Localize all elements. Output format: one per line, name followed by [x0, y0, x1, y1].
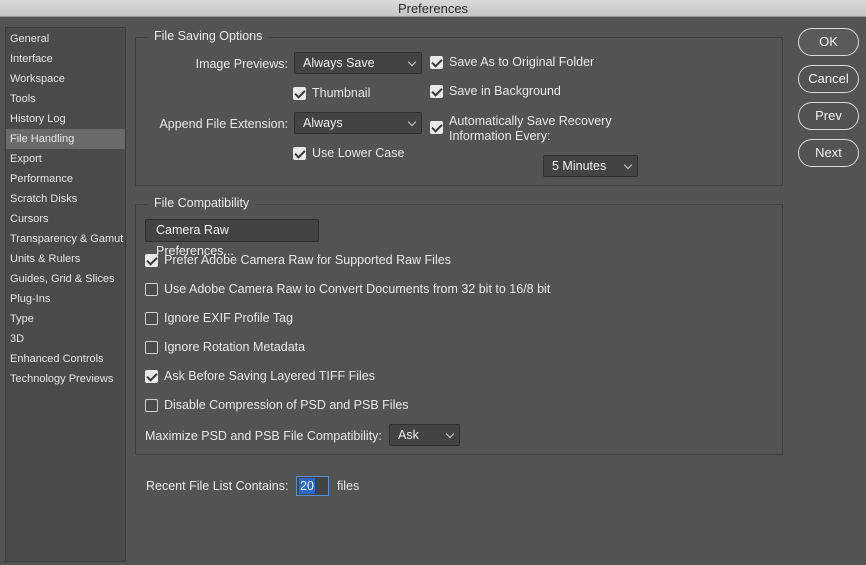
- sidebar-item-workspace[interactable]: Workspace: [6, 69, 125, 89]
- auto-save-interval-select[interactable]: 5 Minutes: [543, 155, 638, 177]
- file-compatibility-title: File Compatibility: [148, 196, 256, 210]
- ignore-rotation-checkbox[interactable]: Ignore Rotation Metadata: [145, 340, 305, 354]
- save-original-folder-label: Save As to Original Folder: [449, 55, 595, 69]
- sidebar-item-enhanced-controls[interactable]: Enhanced Controls: [6, 349, 125, 369]
- append-extension-label: Append File Extension:: [159, 117, 288, 131]
- file-saving-options-title: File Saving Options: [148, 29, 269, 43]
- sidebar-item-3d[interactable]: 3D: [6, 329, 125, 349]
- window-title: Preferences: [0, 0, 866, 17]
- ask-layered-tiff-checkbox[interactable]: Ask Before Saving Layered TIFF Files: [145, 369, 375, 383]
- chevron-down-icon: [445, 429, 455, 439]
- sidebar-item-file-handling[interactable]: File Handling: [6, 129, 125, 149]
- recent-files-input[interactable]: 20: [296, 476, 329, 496]
- checkbox-checked-icon: [293, 146, 306, 160]
- chevron-down-icon: [407, 57, 417, 67]
- sidebar-item-technology-previews[interactable]: Technology Previews: [6, 369, 125, 389]
- disable-compression-label: Disable Compression of PSD and PSB Files: [164, 398, 409, 412]
- ok-button[interactable]: OK: [798, 28, 859, 56]
- next-button[interactable]: Next: [798, 139, 859, 167]
- sidebar-item-tools[interactable]: Tools: [6, 89, 125, 109]
- camera-raw-32bit-label: Use Adobe Camera Raw to Convert Document…: [164, 282, 551, 296]
- sidebar-item-history-log[interactable]: History Log: [6, 109, 125, 129]
- checkbox-checked-icon: [430, 55, 443, 69]
- maximize-compatibility-value: Ask: [398, 428, 419, 442]
- checkbox-checked-icon: [430, 121, 443, 134]
- prefer-camera-raw-label: Prefer Adobe Camera Raw for Supported Ra…: [164, 253, 451, 267]
- save-original-folder-checkbox[interactable]: Save As to Original Folder: [430, 55, 594, 69]
- sidebar-item-transparency-gamut[interactable]: Transparency & Gamut: [6, 229, 125, 249]
- save-background-checkbox[interactable]: Save in Background: [430, 84, 561, 98]
- chevron-down-icon: [623, 160, 633, 170]
- camera-raw-preferences-button[interactable]: Camera Raw Preferences...: [145, 219, 319, 258]
- lower-case-label: Use Lower Case: [312, 146, 405, 160]
- cancel-button[interactable]: Cancel: [798, 65, 859, 93]
- checkbox-unchecked-icon: [145, 398, 158, 412]
- ignore-exif-label: Ignore EXIF Profile Tag: [164, 311, 294, 325]
- thumbnail-checkbox[interactable]: Thumbnail: [293, 86, 370, 100]
- image-previews-label: Image Previews:: [195, 57, 288, 71]
- thumbnail-label: Thumbnail: [312, 86, 371, 100]
- lower-case-checkbox[interactable]: Use Lower Case: [293, 146, 404, 160]
- sidebar-item-units-rulers[interactable]: Units & Rulers: [6, 249, 125, 269]
- append-extension-select[interactable]: Always: [294, 112, 422, 134]
- checkbox-unchecked-icon: [145, 311, 158, 325]
- ignore-exif-checkbox[interactable]: Ignore EXIF Profile Tag: [145, 311, 293, 325]
- checkbox-checked-icon: [430, 84, 443, 98]
- chevron-down-icon: [407, 117, 417, 127]
- sidebar: General Interface Workspace Tools Histor…: [5, 27, 126, 562]
- auto-save-checkbox[interactable]: Automatically Save Recovery Information …: [430, 114, 612, 144]
- checkbox-checked-icon: [145, 253, 158, 267]
- checkbox-checked-icon: [293, 86, 306, 100]
- sidebar-item-guides-grid-slices[interactable]: Guides, Grid & Slices: [6, 269, 125, 289]
- camera-raw-32bit-checkbox[interactable]: Use Adobe Camera Raw to Convert Document…: [145, 282, 550, 296]
- sidebar-item-scratch-disks[interactable]: Scratch Disks: [6, 189, 125, 209]
- sidebar-item-type[interactable]: Type: [6, 309, 125, 329]
- disable-compression-checkbox[interactable]: Disable Compression of PSD and PSB Files: [145, 398, 409, 412]
- maximize-compatibility-label: Maximize PSD and PSB File Compatibility:: [145, 429, 382, 443]
- maximize-compatibility-select[interactable]: Ask: [389, 424, 460, 446]
- sidebar-item-export[interactable]: Export: [6, 149, 125, 169]
- save-background-label: Save in Background: [449, 84, 561, 98]
- recent-files-label: Recent File List Contains:: [146, 479, 289, 493]
- checkbox-unchecked-icon: [145, 340, 158, 354]
- ignore-rotation-label: Ignore Rotation Metadata: [164, 340, 306, 354]
- prev-button[interactable]: Prev: [798, 102, 859, 130]
- checkbox-checked-icon: [145, 369, 158, 383]
- sidebar-item-plug-ins[interactable]: Plug-Ins: [6, 289, 125, 309]
- auto-save-label-line2: Information Every:: [449, 129, 551, 143]
- auto-save-interval-value: 5 Minutes: [552, 159, 607, 173]
- image-previews-value: Always Save: [303, 56, 375, 70]
- checkbox-unchecked-icon: [145, 282, 158, 296]
- append-extension-value: Always: [303, 116, 343, 130]
- auto-save-label-line1: Automatically Save Recovery: [449, 114, 612, 128]
- sidebar-item-interface[interactable]: Interface: [6, 49, 125, 69]
- image-previews-select[interactable]: Always Save: [294, 52, 422, 74]
- ask-layered-tiff-label: Ask Before Saving Layered TIFF Files: [164, 369, 375, 383]
- recent-files-suffix: files: [337, 479, 360, 493]
- sidebar-item-general[interactable]: General: [6, 29, 125, 49]
- prefer-camera-raw-checkbox[interactable]: Prefer Adobe Camera Raw for Supported Ra…: [145, 253, 451, 267]
- sidebar-item-cursors[interactable]: Cursors: [6, 209, 125, 229]
- sidebar-item-performance[interactable]: Performance: [6, 169, 125, 189]
- recent-files-value: 20: [299, 478, 315, 494]
